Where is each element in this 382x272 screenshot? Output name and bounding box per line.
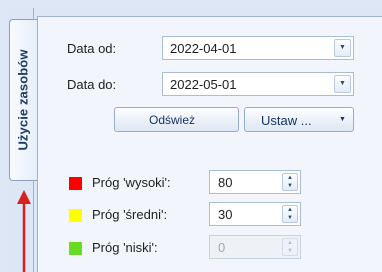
medium-threshold-label: Próg 'średni':	[92, 207, 168, 222]
top-strip	[0, 0, 382, 8]
spin-up-icon[interactable]: ▲	[283, 174, 297, 182]
refresh-button-label: Odśwież	[149, 113, 196, 127]
set-dropdown-button[interactable]: Ustaw ... ▼	[244, 107, 354, 132]
chevron-down-icon[interactable]: ▼	[334, 39, 351, 57]
left-gutter	[0, 0, 8, 272]
low-threshold-label: Próg 'niski':	[92, 240, 158, 255]
low-threshold-spinner: 0 ▲ ▼	[209, 235, 301, 259]
spin-down-icon[interactable]: ▼	[283, 182, 297, 190]
chevron-down-icon: ▼	[339, 116, 346, 123]
spin-up-icon: ▲	[287, 240, 293, 246]
date-to-picker[interactable]: 2022-05-01 ▼	[162, 72, 354, 96]
high-threshold-label: Próg 'wysoki':	[92, 175, 171, 190]
low-threshold-color-swatch	[69, 242, 82, 255]
spin-down-icon: ▼	[287, 248, 293, 254]
date-to-label: Data do:	[67, 77, 117, 92]
date-from-value: 2022-04-01	[170, 41, 237, 56]
medium-threshold-color-swatch	[69, 209, 82, 222]
spin-down-icon[interactable]: ▼	[283, 214, 297, 222]
medium-threshold-value: 30	[218, 207, 233, 222]
refresh-button[interactable]: Odśwież	[114, 107, 239, 132]
date-to-value: 2022-05-01	[170, 77, 237, 92]
tab-resource-usage-label: Użycie zasobów	[15, 49, 31, 151]
spin-up-icon[interactable]: ▲	[283, 206, 297, 214]
date-from-label: Data od:	[67, 41, 117, 56]
date-from-picker[interactable]: 2022-04-01 ▼	[162, 36, 354, 60]
high-threshold-color-swatch	[69, 177, 82, 190]
up-arrow-icon	[17, 190, 31, 272]
medium-threshold-spinner[interactable]: 30 ▲ ▼	[209, 202, 301, 226]
settings-panel: Data od: 2022-04-01 ▼ Data do: 2022-05-0…	[37, 16, 382, 272]
chevron-down-icon[interactable]: ▼	[334, 75, 351, 93]
set-button-label: Ustaw ...	[261, 113, 312, 128]
high-threshold-spinner[interactable]: 80 ▲ ▼	[209, 170, 301, 194]
low-threshold-value: 0	[218, 240, 226, 255]
high-threshold-value: 80	[218, 175, 233, 190]
